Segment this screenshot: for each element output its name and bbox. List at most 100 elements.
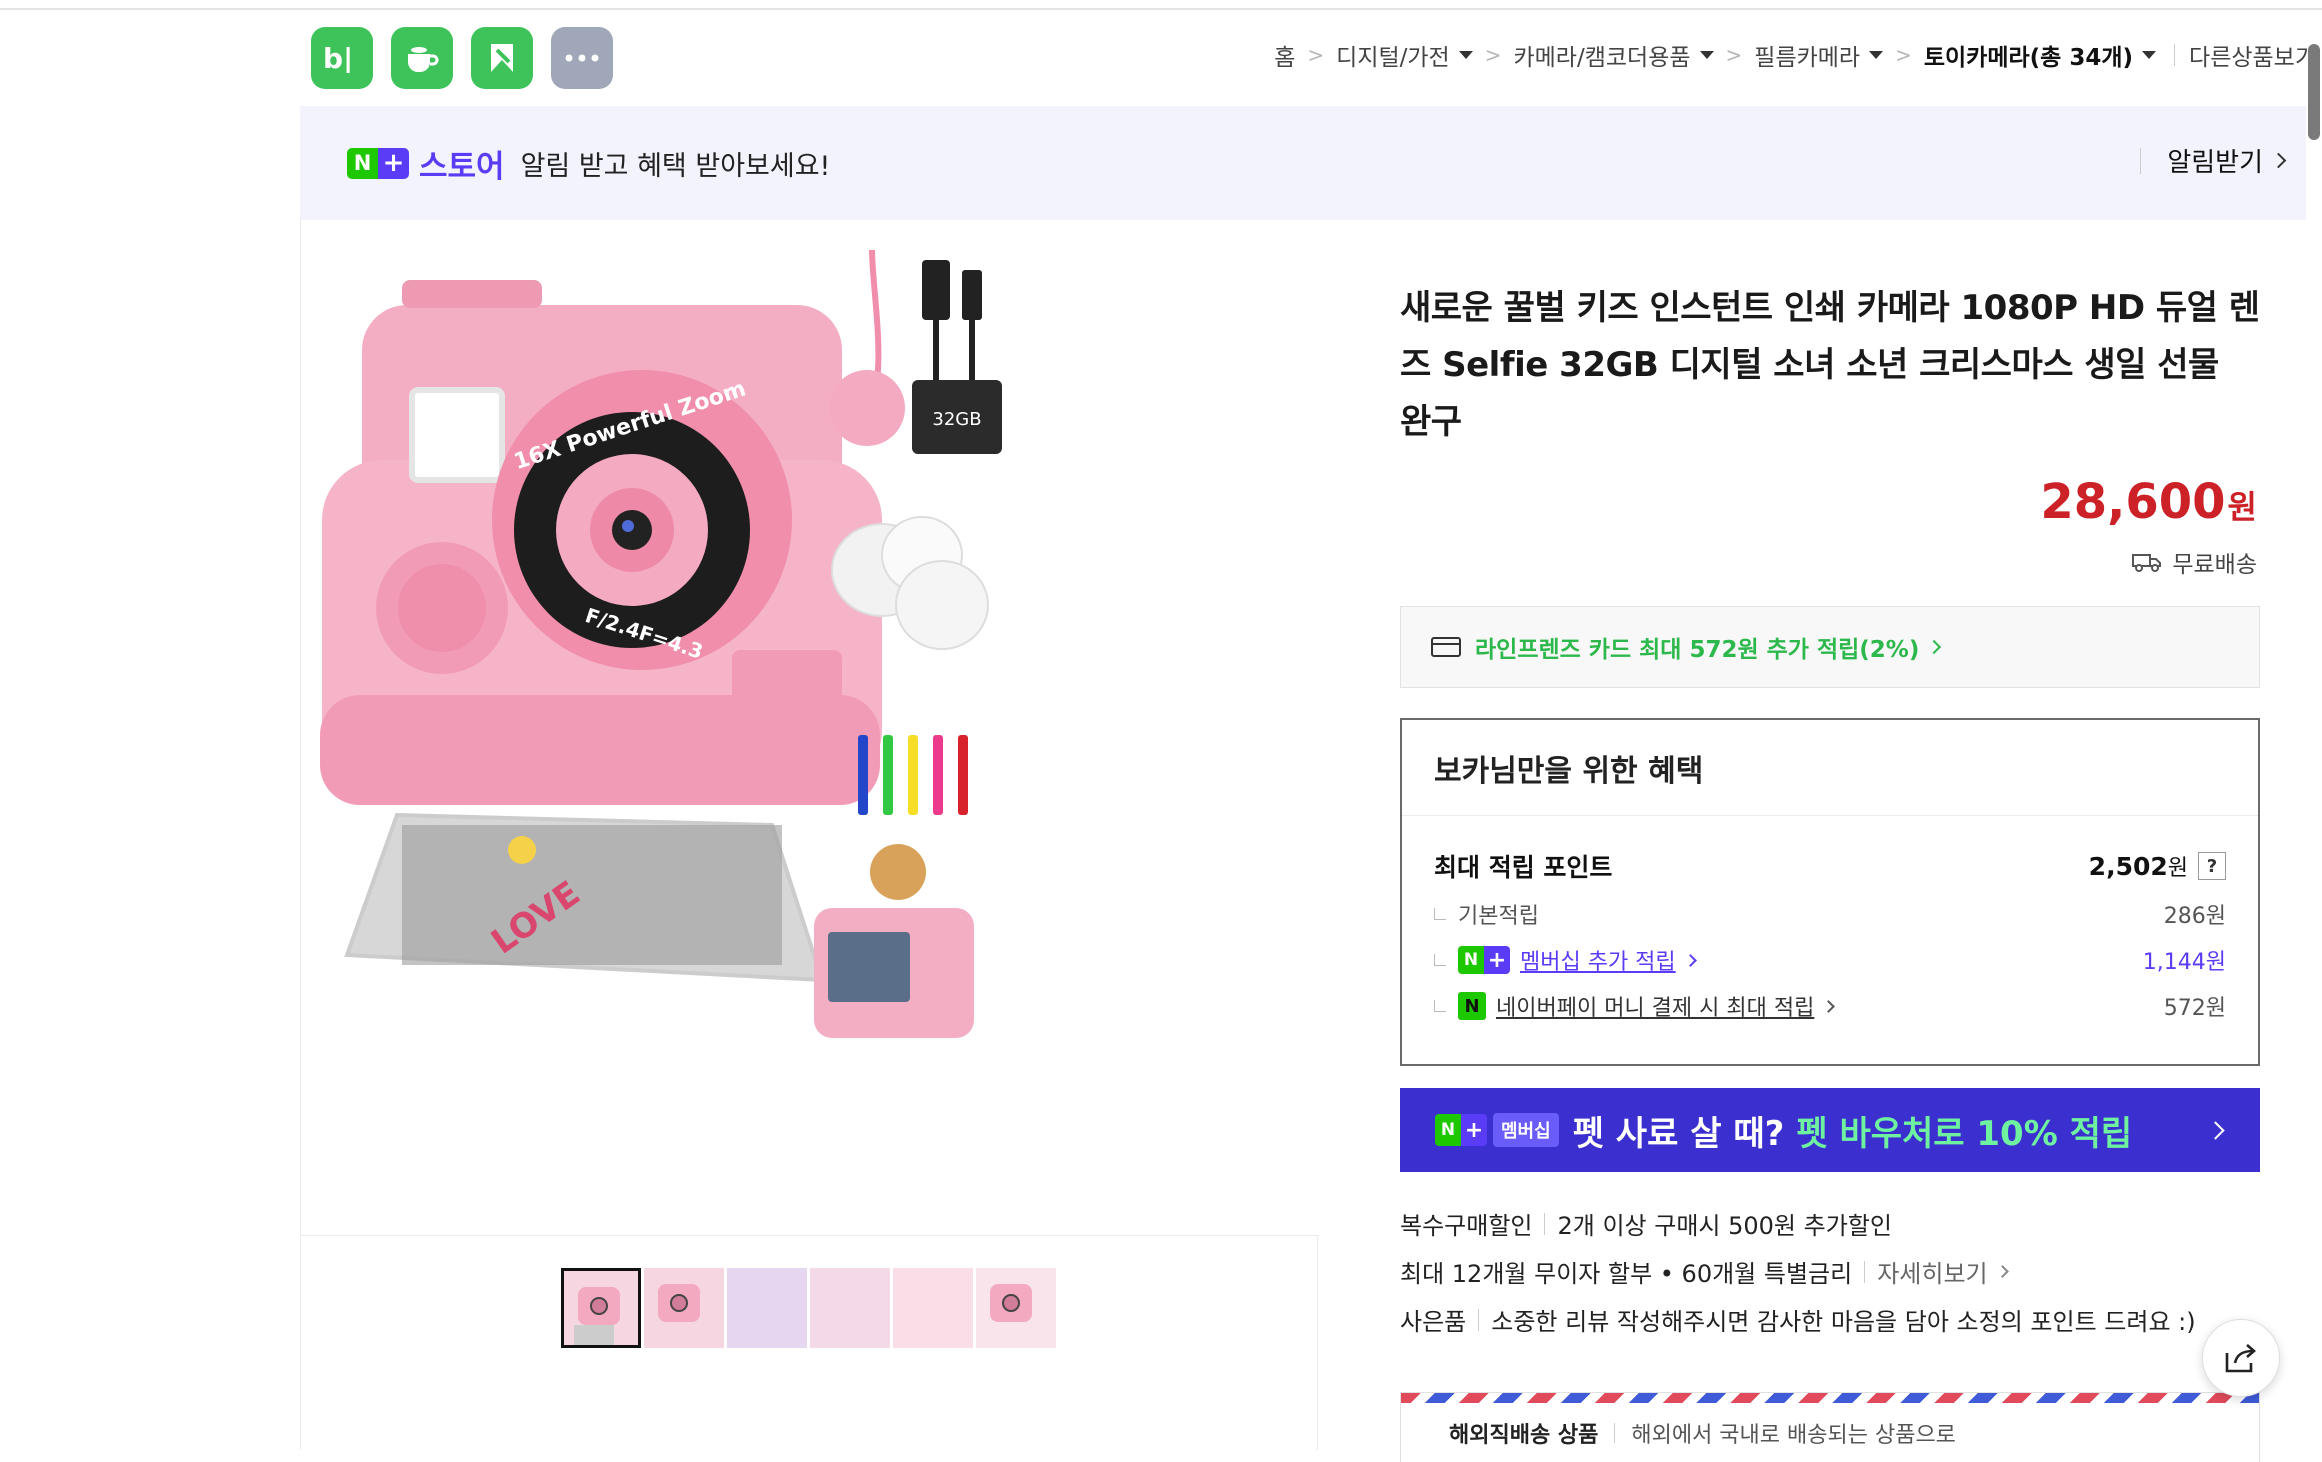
app-shortcuts: b| xyxy=(311,27,613,89)
price-value: 28,600 xyxy=(2040,474,2226,530)
caret-down-icon[interactable] xyxy=(1869,51,1884,59)
breadcrumb-home[interactable]: 홈 xyxy=(1274,38,1295,72)
bookmark-app-icon[interactable] xyxy=(471,27,533,89)
overseas-text: 해외에서 국내로 배송되는 상품으로 xyxy=(1631,1423,1956,1448)
tree-branch-icon xyxy=(1434,954,1446,966)
breadcrumb-cat1[interactable]: 디지털/가전 xyxy=(1336,38,1450,72)
badge-plus: + xyxy=(378,147,409,179)
product-price: 28,600원 xyxy=(2040,474,2257,530)
breadcrumb-separator: > xyxy=(1484,43,1502,67)
membership-points-link[interactable]: 멤버십 추가 적립 xyxy=(1520,944,1676,976)
chevron-right-icon xyxy=(2270,152,2287,169)
more-apps-icon[interactable] xyxy=(551,27,613,89)
shipping-label: 무료배송 xyxy=(2172,552,2257,578)
membership-points-value: 1,144원 xyxy=(2142,950,2226,975)
naverpay-points-row: N 네이버페이 머니 결제 시 최대 적립 572원 xyxy=(1434,990,2226,1022)
basic-points-label: 기본적립 xyxy=(1458,904,1539,929)
truck-icon xyxy=(2132,554,2162,572)
promo-question: 펫 사료 살 때? xyxy=(1572,1113,1785,1154)
gift-label: 사은품 xyxy=(1400,1308,1467,1336)
chevron-right-icon xyxy=(1927,639,1942,655)
max-points-label: 최대 적립 포인트 xyxy=(1434,853,1613,882)
banner-message: 알림 받고 혜택 받아보세요! xyxy=(520,150,831,182)
member-benefit-box: 보카님만을 위한 혜택 최대 적립 포인트 2,502 원? 기본적립 286원 … xyxy=(1400,718,2260,1066)
caret-down-icon[interactable] xyxy=(1458,51,1473,59)
store-alarm-banner: N + 스토어 알림 받고 혜택 받아보세요! 알림받기 xyxy=(300,106,2306,220)
naver-plus-mini-badge: N + xyxy=(1458,946,1510,974)
product-main-image[interactable]: 16X Powerful Zoom F/2.4F=4.3 LOVE 32GB xyxy=(302,220,1318,1235)
product-image-panel: 16X Powerful Zoom F/2.4F=4.3 LOVE 32GB xyxy=(300,220,1319,1450)
installment-text: 최대 12개월 무이자 할부 • 60개월 특별금리 xyxy=(1400,1260,1853,1288)
sd-card-label: 32GB xyxy=(932,409,981,430)
other-products-link[interactable]: 다른상품보기 xyxy=(2189,38,2316,72)
share-button[interactable] xyxy=(2202,1319,2280,1397)
card-promo-text: 라인프렌즈 카드 최대 572원 추가 적립(2%) xyxy=(1475,637,1920,663)
share-icon xyxy=(2225,1344,2256,1373)
installment-detail-link[interactable]: 자세히보기 xyxy=(1877,1254,2009,1289)
breadcrumb-separator: > xyxy=(1307,43,1325,67)
gift-info: 사은품 소중한 리뷰 작성해주시면 감사한 마음을 담아 소정의 포인트 드려요… xyxy=(1400,1302,2196,1337)
multi-purchase-label: 복수구매할인 xyxy=(1400,1212,1533,1240)
credit-card-icon xyxy=(1431,637,1461,657)
cafe-app-icon[interactable] xyxy=(391,27,453,89)
thumbnail-3[interactable] xyxy=(727,1268,807,1348)
breadcrumb-cat2[interactable]: 카메라/캠코더용품 xyxy=(1513,38,1690,72)
blog-app-icon[interactable]: b| xyxy=(311,27,373,89)
thumbnail-4[interactable] xyxy=(810,1268,890,1348)
divider xyxy=(1544,1212,1546,1235)
thumbnail-5[interactable] xyxy=(893,1268,973,1348)
chevron-right-icon xyxy=(1822,999,1836,1013)
shipping-info: 무료배송 xyxy=(2132,545,2257,579)
price-unit: 원 xyxy=(2227,488,2257,526)
membership-points-row: N + 멤버십 추가 적립 1,144원 xyxy=(1434,944,2226,976)
chevron-right-icon xyxy=(1683,953,1697,967)
caret-down-icon[interactable] xyxy=(2142,51,2157,59)
divider xyxy=(1614,1423,1616,1443)
installment-detail-label: 자세히보기 xyxy=(1877,1260,1988,1288)
basic-points-value: 286원 xyxy=(2163,904,2226,929)
max-points-row: 최대 적립 포인트 2,502 원? xyxy=(1434,848,2226,884)
naver-plus-badge: N + xyxy=(347,147,409,179)
divider xyxy=(2140,147,2142,174)
chevron-right-icon xyxy=(2206,1121,2225,1140)
help-icon[interactable]: ? xyxy=(2198,852,2226,880)
basic-points-row: 기본적립 286원 xyxy=(1434,898,2226,930)
naverpay-points-value: 572원 xyxy=(2163,996,2226,1021)
benefit-heading: 보카님만을 위한 혜택 xyxy=(1402,720,2258,816)
scrollbar-thumb[interactable] xyxy=(2308,44,2320,140)
installment-info: 최대 12개월 무이자 할부 • 60개월 특별금리 자세히보기 xyxy=(1400,1254,2009,1289)
max-points-unit: 원 xyxy=(2167,856,2188,881)
multi-purchase-info: 복수구매할인 2개 이상 구매시 500원 추가할인 xyxy=(1400,1206,1892,1241)
breadcrumb-cat3[interactable]: 필름카메라 xyxy=(1754,38,1860,72)
breadcrumb-separator: > xyxy=(1725,43,1743,67)
thumbnail-6[interactable] xyxy=(976,1268,1056,1348)
breadcrumb-cat4[interactable]: 토이카메라(총 34개) xyxy=(1924,38,2133,72)
store-label: 스토어 xyxy=(419,148,505,185)
naver-plus-badge: N + xyxy=(1435,1114,1487,1146)
membership-tag: 멤버십 xyxy=(1493,1113,1559,1147)
product-title: 새로운 꿀벌 키즈 인스턴트 인쇄 카메라 1080P HD 듀얼 렌즈 Sel… xyxy=(1400,288,2260,442)
overseas-label: 해외직배송 상품 xyxy=(1449,1423,1599,1448)
naverpay-icon: N xyxy=(1458,992,1486,1020)
divider xyxy=(1478,1308,1480,1331)
breadcrumb-separator: > xyxy=(1895,43,1912,67)
multi-purchase-text: 2개 이상 구매시 500원 추가할인 xyxy=(1557,1212,1892,1240)
gift-text: 소중한 리뷰 작성해주시면 감사한 마음을 담아 소정의 포인트 드려요 :) xyxy=(1491,1308,2196,1336)
caret-down-icon[interactable] xyxy=(1699,51,1714,59)
alarm-subscribe-button[interactable]: 알림받기 xyxy=(2140,142,2287,179)
thumbnail-strip xyxy=(561,1268,1056,1348)
divider xyxy=(1864,1260,1866,1283)
thumbnail-2[interactable] xyxy=(644,1268,724,1348)
max-points-value: 2,502 xyxy=(2088,851,2168,881)
breadcrumb-divider xyxy=(2174,44,2176,66)
top-divider xyxy=(0,8,2322,10)
svg-text:b|: b| xyxy=(323,43,353,73)
thumbnail-1[interactable] xyxy=(561,1268,641,1348)
alarm-subscribe-label: 알림받기 xyxy=(2167,148,2263,178)
tree-branch-icon xyxy=(1434,1000,1446,1012)
promo-highlight: 펫 바우처로 10% 적립 xyxy=(1796,1113,2133,1154)
card-promo-link[interactable]: 라인프렌즈 카드 최대 572원 추가 적립(2%) xyxy=(1400,606,2260,688)
pet-voucher-promo-banner[interactable]: N + 멤버십 펫 사료 살 때? 펫 바우처로 10% 적립 xyxy=(1400,1088,2260,1172)
naverpay-points-link[interactable]: 네이버페이 머니 결제 시 최대 적립 xyxy=(1496,990,1814,1022)
overseas-shipping-notice: 해외직배송 상품 해외에서 국내로 배송되는 상품으로 xyxy=(1400,1392,2260,1462)
